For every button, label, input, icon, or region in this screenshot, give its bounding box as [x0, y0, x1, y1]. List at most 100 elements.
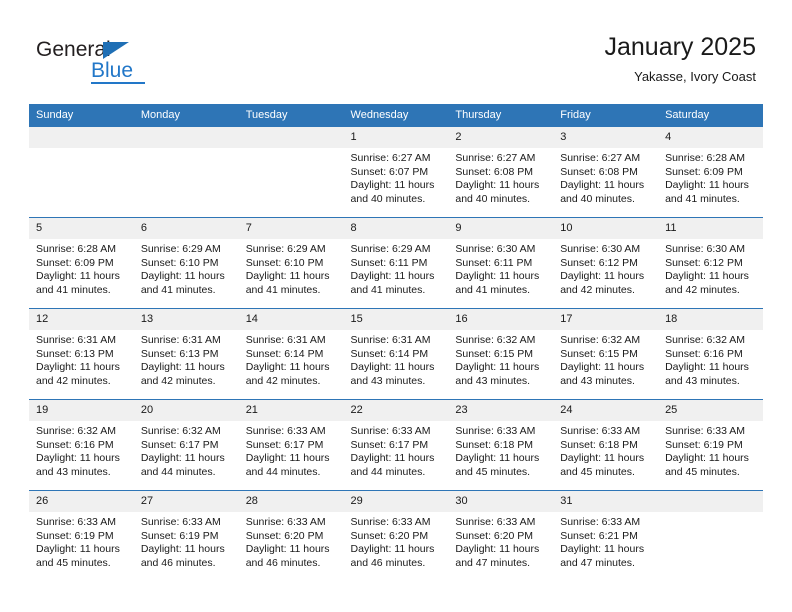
daylight-text-line1: Daylight: 11 hours [36, 270, 120, 283]
day-cell[interactable]: 23 Sunrise: 6:33 AM Sunset: 6:18 PM Dayligh… [448, 399, 554, 491]
day-cell[interactable]: 5 Sunrise: 6:28 AM Sunset: 6:09 PM Daylight… [29, 217, 134, 309]
day-cell[interactable]: 30 Sunrise: 6:33 AM Sunset: 6:20 PM Dayligh… [448, 490, 554, 581]
day-cell[interactable]: 8 Sunrise: 6:29 AM Sunset: 6:11 PM Daylight… [343, 217, 449, 309]
day-details: Sunrise: 6:33 AM Sunset: 6:20 PM Daylight:… [239, 512, 344, 570]
day-cell[interactable] [658, 490, 763, 581]
day-cell[interactable]: 31 Sunrise: 6:33 AM Sunset: 6:21 PM Dayligh… [553, 490, 659, 581]
day-number: 30 [448, 491, 554, 512]
day-number: 11 [658, 218, 763, 239]
page-subtitle: Yakasse, Ivory Coast [634, 69, 756, 84]
day-details: Sunrise: 6:33 AM Sunset: 6:18 PM Daylight:… [448, 421, 553, 479]
day-details: Sunrise: 6:32 AM Sunset: 6:16 PM Daylight:… [658, 330, 763, 388]
day-details: Sunrise: 6:31 AM Sunset: 6:13 PM Daylight:… [29, 330, 134, 388]
day-cell[interactable]: 7 Sunrise: 6:29 AM Sunset: 6:10 PM Daylight… [238, 217, 344, 309]
day-details: Sunrise: 6:27 AM Sunset: 6:08 PM Daylight:… [448, 148, 553, 206]
day-details: Sunrise: 6:32 AM Sunset: 6:16 PM Daylight:… [29, 421, 134, 479]
sunset-text: Sunset: 6:12 PM [560, 256, 638, 269]
daylight-text-line2: and 42 minutes. [245, 374, 321, 387]
daylight-text-line2: and 42 minutes. [560, 283, 635, 296]
daylight-text-line2: and 41 minutes. [245, 283, 321, 296]
daylight-text-line2: and 45 minutes. [665, 465, 740, 478]
sunrise-text: Sunrise: 6:28 AM [665, 152, 746, 164]
day-cell[interactable]: 14 Sunrise: 6:31 AM Sunset: 6:14 PM Dayligh… [238, 308, 344, 400]
day-cell[interactable]: 24 Sunrise: 6:33 AM Sunset: 6:18 PM Dayligh… [553, 399, 659, 491]
day-cell[interactable]: 22 Sunrise: 6:33 AM Sunset: 6:17 PM Dayligh… [343, 399, 449, 491]
daylight-text-line1: Daylight: 11 hours [560, 543, 645, 556]
daylight-text-line2: and 43 minutes. [665, 374, 740, 387]
day-cell[interactable]: 15 Sunrise: 6:31 AM Sunset: 6:14 PM Dayligh… [343, 308, 449, 400]
sunset-text: Sunset: 6:14 PM [245, 347, 324, 360]
day-cell[interactable]: 9 Sunrise: 6:30 AM Sunset: 6:11 PM Daylight… [448, 217, 554, 309]
daylight-text-line2: and 42 minutes. [665, 283, 740, 296]
sunrise-text: Sunrise: 6:32 AM [455, 334, 536, 346]
daylight-text-line2: and 44 minutes. [140, 465, 216, 478]
day-number [658, 491, 763, 512]
day-cell[interactable]: 28 Sunrise: 6:33 AM Sunset: 6:20 PM Dayligh… [238, 490, 344, 581]
day-number: 23 [448, 400, 554, 421]
daylight-text-line1: Daylight: 11 hours [350, 452, 435, 465]
day-details: Sunrise: 6:29 AM Sunset: 6:11 PM Daylight:… [344, 239, 449, 297]
day-number [29, 127, 134, 148]
daylight-text-line2: and 46 minutes. [140, 556, 216, 569]
day-cell[interactable]: 27 Sunrise: 6:33 AM Sunset: 6:19 PM Dayligh… [133, 490, 239, 581]
day-cell[interactable]: 19 Sunrise: 6:32 AM Sunset: 6:16 PM Dayligh… [29, 399, 134, 491]
calendar-page: General Blue January 2025 Yakasse, Ivory… [0, 0, 792, 612]
page-title: January 2025 [604, 33, 756, 61]
sunrise-text: Sunrise: 6:28 AM [36, 243, 116, 255]
day-cell[interactable]: 29 Sunrise: 6:33 AM Sunset: 6:20 PM Dayligh… [343, 490, 449, 581]
triangle-icon [103, 42, 129, 59]
sunset-text: Sunset: 6:13 PM [36, 347, 114, 360]
general-blue-logo[interactable]: General Blue [36, 38, 176, 86]
day-cell[interactable]: 2 Sunrise: 6:27 AM Sunset: 6:08 PM Daylight… [448, 127, 554, 218]
day-number: 7 [238, 218, 344, 239]
calendar-table: Sunday Monday Tuesday Wednesday Thursday… [29, 104, 763, 581]
sunrise-text: Sunrise: 6:33 AM [455, 516, 536, 528]
day-cell[interactable]: 1 Sunrise: 6:27 AM Sunset: 6:07 PM Daylight… [343, 127, 449, 218]
daylight-text-line1: Daylight: 11 hours [560, 361, 645, 374]
day-cell[interactable]: 16 Sunrise: 6:32 AM Sunset: 6:15 PM Dayligh… [448, 308, 554, 400]
day-details: Sunrise: 6:33 AM Sunset: 6:17 PM Daylight:… [344, 421, 449, 479]
sunrise-text: Sunrise: 6:33 AM [455, 425, 536, 437]
day-cell[interactable] [133, 127, 239, 218]
day-number: 26 [29, 491, 134, 512]
day-cell[interactable]: 26 Sunrise: 6:33 AM Sunset: 6:19 PM Dayligh… [29, 490, 134, 581]
day-cell[interactable]: 4 Sunrise: 6:28 AM Sunset: 6:09 PM Daylight… [658, 127, 763, 218]
daylight-text-line1: Daylight: 11 hours [36, 361, 120, 374]
day-cell[interactable]: 13 Sunrise: 6:31 AM Sunset: 6:13 PM Dayligh… [133, 308, 239, 400]
day-cell[interactable]: 20 Sunrise: 6:32 AM Sunset: 6:17 PM Dayligh… [133, 399, 239, 491]
day-details [134, 148, 239, 152]
day-cell[interactable]: 10 Sunrise: 6:30 AM Sunset: 6:12 PM Dayligh… [553, 217, 659, 309]
day-cell[interactable] [238, 127, 344, 218]
sunset-text: Sunset: 6:17 PM [140, 438, 219, 451]
daylight-text-line1: Daylight: 11 hours [36, 452, 120, 465]
day-details: Sunrise: 6:33 AM Sunset: 6:17 PM Daylight:… [239, 421, 344, 479]
day-cell[interactable]: 21 Sunrise: 6:33 AM Sunset: 6:17 PM Dayligh… [238, 399, 344, 491]
day-cell[interactable]: 25 Sunrise: 6:33 AM Sunset: 6:19 PM Dayligh… [658, 399, 763, 491]
logo-text-blue: Blue [91, 59, 134, 82]
sunset-text: Sunset: 6:16 PM [665, 347, 743, 360]
day-number: 24 [553, 400, 659, 421]
day-number: 14 [238, 309, 344, 330]
day-cell[interactable]: 6 Sunrise: 6:29 AM Sunset: 6:10 PM Daylight… [133, 217, 239, 309]
day-details: Sunrise: 6:28 AM Sunset: 6:09 PM Daylight:… [658, 148, 763, 206]
daylight-text-line1: Daylight: 11 hours [245, 361, 330, 374]
sunset-text: Sunset: 6:18 PM [560, 438, 638, 451]
day-details: Sunrise: 6:31 AM Sunset: 6:14 PM Daylight:… [344, 330, 449, 388]
day-cell[interactable] [29, 127, 134, 218]
sunrise-text: Sunrise: 6:33 AM [245, 425, 326, 437]
day-cell[interactable]: 17 Sunrise: 6:32 AM Sunset: 6:15 PM Dayligh… [553, 308, 659, 400]
day-details: Sunrise: 6:32 AM Sunset: 6:17 PM Daylight:… [134, 421, 239, 479]
daylight-text-line1: Daylight: 11 hours [665, 270, 749, 283]
daylight-text-line2: and 42 minutes. [140, 374, 216, 387]
daylight-text-line1: Daylight: 11 hours [140, 361, 225, 374]
sunset-text: Sunset: 6:12 PM [665, 256, 743, 269]
day-number: 31 [553, 491, 659, 512]
day-cell[interactable]: 11 Sunrise: 6:30 AM Sunset: 6:12 PM Dayligh… [658, 217, 763, 309]
day-cell[interactable]: 18 Sunrise: 6:32 AM Sunset: 6:16 PM Dayligh… [658, 308, 763, 400]
sunset-text: Sunset: 6:11 PM [455, 256, 533, 269]
day-cell[interactable]: 3 Sunrise: 6:27 AM Sunset: 6:08 PM Daylight… [553, 127, 659, 218]
day-number: 21 [238, 400, 344, 421]
day-number: 17 [553, 309, 659, 330]
day-cell[interactable]: 12 Sunrise: 6:31 AM Sunset: 6:13 PM Dayligh… [29, 308, 134, 400]
daylight-text-line1: Daylight: 11 hours [560, 270, 645, 283]
